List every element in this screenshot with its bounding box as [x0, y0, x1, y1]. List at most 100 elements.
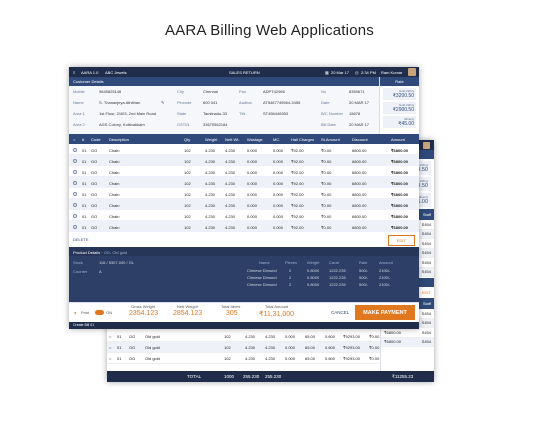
- state-label: State: [177, 111, 187, 116]
- pincode-field[interactable]: 600 041: [203, 100, 217, 105]
- aadhar-field[interactable]: AT5467749564-3455: [263, 100, 300, 105]
- table-cell: 4.230: [225, 191, 236, 197]
- table-cell: ₹6800.00: [391, 202, 409, 208]
- col-staff: Staff: [422, 301, 431, 306]
- cell: ₹9293.00: [343, 344, 361, 350]
- date-field[interactable]: 20 MAR 17: [349, 100, 369, 105]
- side-staff: S454: [421, 250, 431, 256]
- table-row[interactable]: 01 GO Chain 102 4.230 4.230 0.000 0.000 ₹92.00 ₹0…: [69, 188, 419, 199]
- row-checkbox[interactable]: [73, 202, 77, 207]
- pcell: 500/-: [359, 268, 369, 273]
- summary-footer: ● Print ON Gross Weight 2354.123 Nett We…: [69, 302, 419, 321]
- side-amount: ₹6800.00: [384, 329, 402, 335]
- table-cell: 01: [82, 202, 87, 208]
- app-topbar: ≡ AARA 1.0 ABC Jewels SALES RETURN ▦ 20 …: [69, 67, 419, 77]
- table-cell: 01: [82, 180, 87, 186]
- table-row[interactable]: ○ 01 OG Old gold 102 4.230 4.230 0.000 6…: [107, 342, 380, 353]
- pcol-pieces: Pieces: [285, 260, 298, 265]
- table-row[interactable]: 01 GO Chain 102 4.230 4.230 0.000 0.000 ₹92.00 ₹0…: [69, 177, 419, 188]
- make-payment-button[interactable]: MAKE PAYMENT: [355, 305, 415, 320]
- table-row[interactable]: ○ 01 OG Old gold 102 4.230 4.230 0.000 6…: [107, 353, 380, 364]
- menu-icon[interactable]: ≡: [73, 70, 75, 75]
- avatar[interactable]: [408, 68, 416, 76]
- delete-button[interactable]: DELETE: [73, 237, 89, 242]
- total-items-value: 305: [226, 310, 238, 317]
- pan-field[interactable]: ADPT42966: [263, 89, 285, 94]
- edit-icon[interactable]: ✎: [161, 100, 164, 105]
- row-check[interactable]: ○: [109, 334, 111, 339]
- row-check[interactable]: ○: [109, 345, 111, 350]
- pcell: 1222.235: [329, 275, 346, 280]
- city-field[interactable]: Chennai: [203, 89, 218, 94]
- table-row[interactable]: 01 GO Chain 102 4.230 4.230 0.000 0.000 ₹92.00 ₹0…: [69, 144, 419, 155]
- area1-field[interactable]: 1st Floor, 2/403, 2nd Main Road: [99, 111, 156, 116]
- table-row[interactable]: 01 GO Chain 102 4.230 4.230 0.000 0.000 ₹92.00 ₹0…: [69, 221, 419, 232]
- table-row[interactable]: ○ 01 OG Old gold 102 4.230 4.230 0.000 6…: [107, 331, 380, 342]
- col-amount: Amount: [391, 137, 405, 142]
- table-row[interactable]: 01 GO Chain 102 4.230 4.230 0.000 0.000 ₹92.00 ₹0…: [69, 155, 419, 166]
- date-display: 20 Mar 17: [331, 70, 350, 75]
- gstin-field[interactable]: 33670562184: [203, 122, 227, 127]
- side-staff: S454: [421, 320, 431, 326]
- cell: 102: [224, 355, 231, 361]
- table-cell: ₹0.00: [321, 169, 332, 175]
- pcol-rate: Rate: [359, 260, 368, 265]
- cell: ₹0.00: [369, 333, 380, 339]
- row-checkbox[interactable]: [73, 158, 77, 163]
- pcol-amount: Amount: [379, 260, 393, 265]
- row-checkbox[interactable]: [73, 213, 77, 218]
- area1-label: Area 1: [73, 111, 85, 116]
- avatar[interactable]: [423, 141, 430, 149]
- table-cell: Chain: [109, 180, 120, 186]
- table-cell: 01: [82, 169, 87, 175]
- table-cell: GO: [91, 180, 98, 186]
- status-bar: Create Bill 01: [69, 322, 419, 329]
- side-edit-button[interactable]: EDIT: [422, 290, 431, 295]
- total-qty: 1000: [224, 374, 235, 379]
- edit-button[interactable]: EDIT: [387, 235, 415, 246]
- state-field[interactable]: Tamilnadu-33: [203, 111, 227, 116]
- table-cell: 0.000: [273, 191, 284, 197]
- area2-field[interactable]: AGS Colony, Kottivakkam: [99, 122, 145, 127]
- rate-value: ₹3200.50: [392, 93, 414, 99]
- table-cell: 4.230: [225, 224, 236, 230]
- table-cell: 4.230: [205, 147, 216, 153]
- page-title: AARA Billing Web Applications: [165, 22, 374, 39]
- bill-date-field[interactable]: 20 MAR 17: [349, 122, 369, 127]
- row-checkbox[interactable]: [73, 224, 77, 229]
- cancel-button[interactable]: CANCEL: [331, 310, 349, 315]
- gross-weight-value: 2354.123: [129, 310, 159, 317]
- name-field[interactable]: S. Thananjeya Athithan: [99, 100, 140, 105]
- table-row[interactable]: 01 GO Chain 102 4.230 4.230 0.000 0.000 ₹92.00 ₹0…: [69, 199, 419, 210]
- side-row[interactable]: ₹6800.00 S454: [381, 328, 434, 338]
- table-row[interactable]: 01 GO Chain 102 4.230 4.230 0.000 0.000 ₹92.00 ₹0…: [69, 210, 419, 221]
- total-amount-label: Total Amount: [265, 304, 289, 309]
- table-cell: ₹92.00: [291, 224, 304, 230]
- rate-box: Gold 22K/g₹3200.50: [383, 88, 416, 100]
- bc-number-field[interactable]: 15678: [349, 111, 360, 116]
- table-cell: 0.000: [273, 158, 284, 164]
- row-checkbox[interactable]: [73, 191, 77, 196]
- select-all-check[interactable]: ○: [73, 137, 75, 142]
- row-checkbox[interactable]: [73, 169, 77, 174]
- product-header: Product Details · OG- Old gold: [69, 247, 419, 256]
- aadhar-label: Aadhar: [239, 100, 252, 105]
- table-cell: ₹92.00: [291, 180, 304, 186]
- table-cell: 4.230: [205, 180, 216, 186]
- mobile-field[interactable]: 9845825146: [99, 89, 121, 94]
- table-cell: ₹0.00: [321, 158, 332, 164]
- side-amount: ₹6800.00: [384, 339, 402, 345]
- row-checkbox[interactable]: [73, 147, 77, 152]
- table-cell: 6800.00: [352, 147, 367, 153]
- table-row[interactable]: 01 GO Chain 102 4.230 4.230 0.000 0.000 ₹92.00 ₹0…: [69, 166, 419, 177]
- side-row[interactable]: ₹6800.00 S454: [381, 337, 434, 347]
- print-toggle[interactable]: [95, 310, 104, 315]
- table-cell: GO: [91, 191, 98, 197]
- row-checkbox[interactable]: [73, 180, 77, 185]
- table-cell: Chain: [109, 191, 120, 197]
- no-field[interactable]: 8359671: [349, 89, 365, 94]
- tin-field[interactable]: ST456446953: [263, 111, 288, 116]
- table-cell: 01: [82, 224, 87, 230]
- table-cell: 0.000: [247, 202, 258, 208]
- row-check[interactable]: ○: [109, 356, 111, 361]
